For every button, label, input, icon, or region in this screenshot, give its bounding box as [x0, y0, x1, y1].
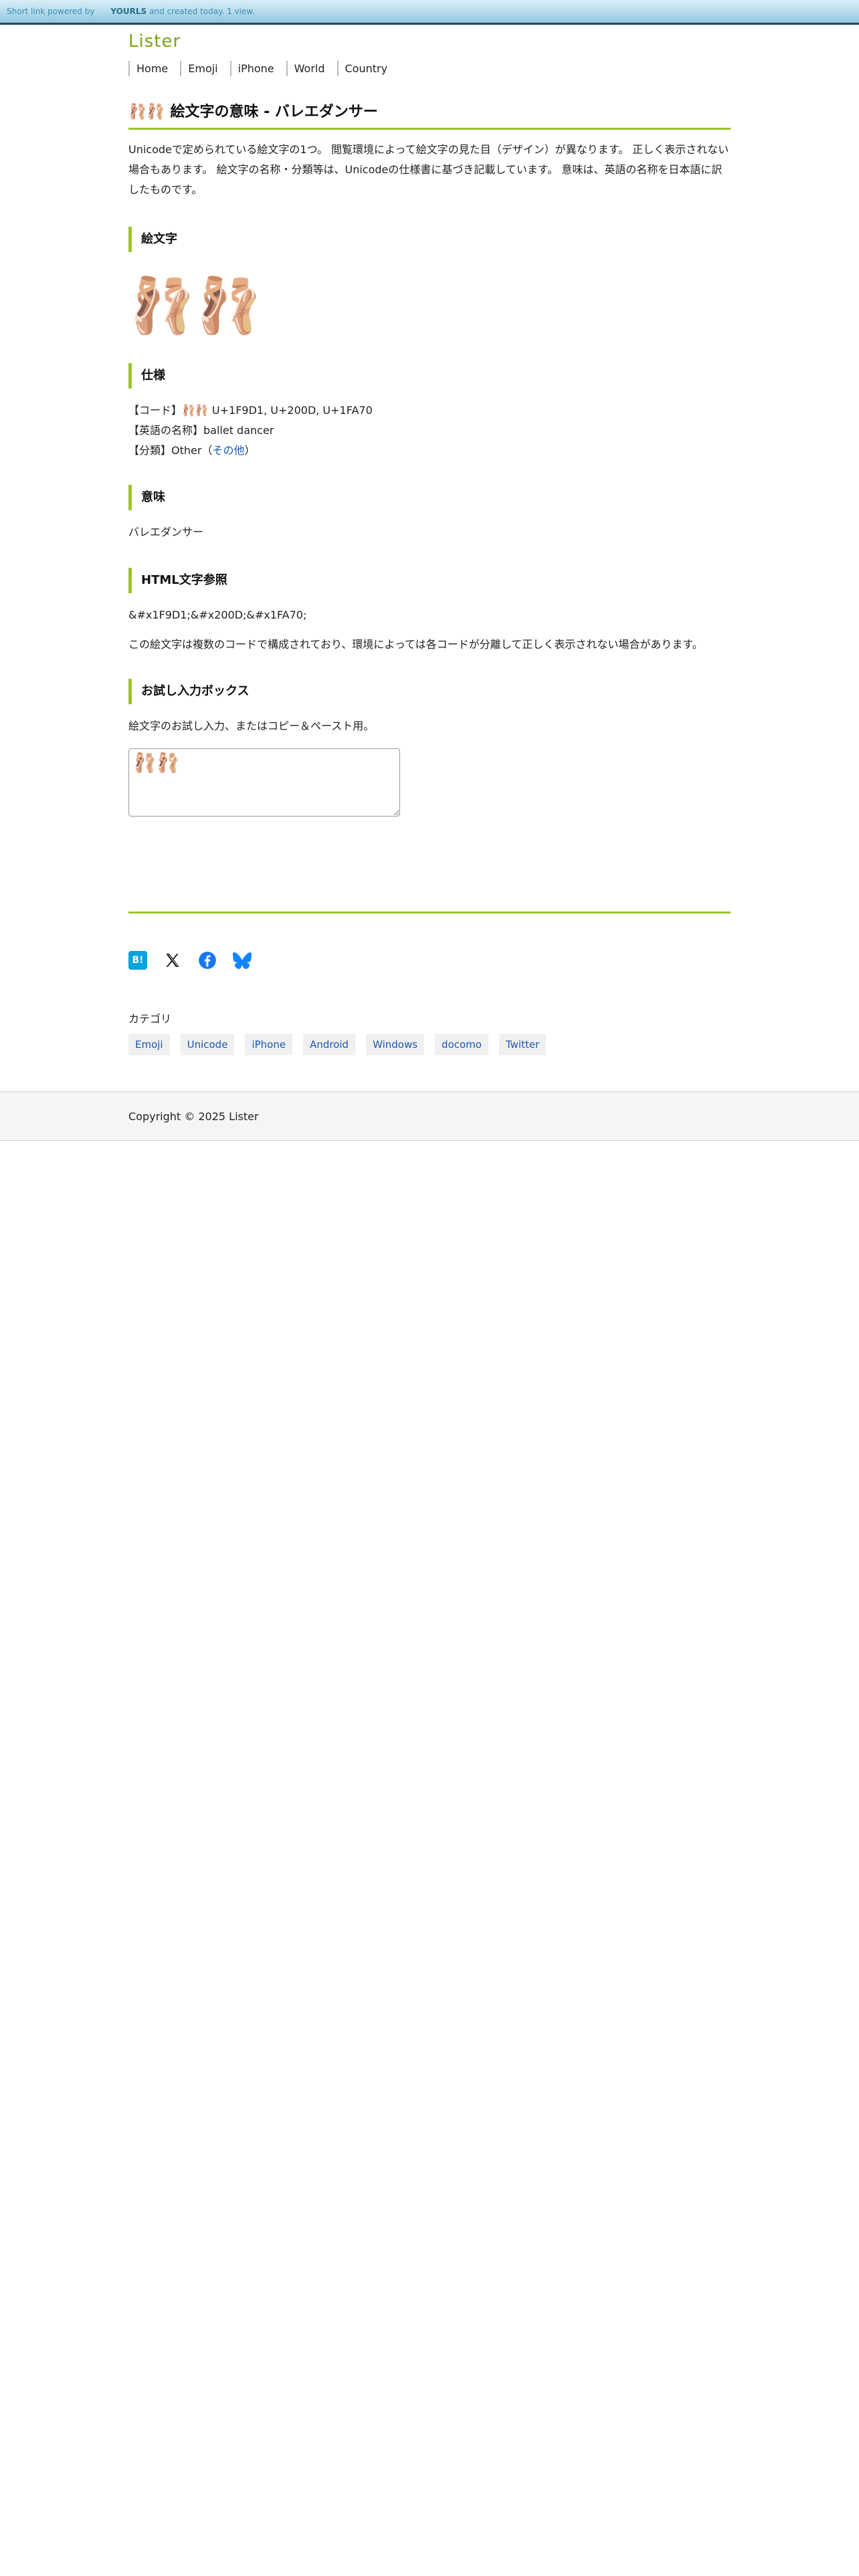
yourls-brand-link[interactable]: YOURLS [110, 7, 147, 16]
trybox-description: 絵文字のお試し入力、またはコピー＆ペースト用。 [128, 719, 375, 732]
yourls-prefix: Short link powered by [7, 7, 95, 16]
tag-iphone[interactable]: iPhone [245, 1033, 293, 1055]
nav-item-country[interactable]: Country [337, 60, 400, 76]
nav-item-home[interactable]: Home [128, 60, 180, 76]
tag-unicode[interactable]: Unicode [180, 1033, 235, 1055]
page-title: 🩰🩰 絵文字の意味 - バレエダンサー [128, 100, 731, 130]
section-heading-trybox: お試し入力ボックス [128, 678, 731, 704]
spec-category-suffix: ） [244, 443, 256, 457]
main-container: Lister Home Emoji iPhone World Country 🩰… [128, 31, 731, 1055]
nav-item-iphone[interactable]: iPhone [229, 60, 286, 76]
bluesky-share-button[interactable] [233, 951, 252, 970]
meaning-text: バレエダンサー [128, 525, 204, 538]
spec-code: 【コード】🩰🩰 U+1F9D1, U+200D, U+1FA70 [128, 403, 373, 417]
site-footer: Copyright © 2025 Lister [0, 1091, 859, 1141]
category-other-link[interactable]: その他 [212, 444, 244, 457]
yourls-suffix: and created today. 1 view. [149, 7, 255, 16]
tag-twitter[interactable]: Twitter [498, 1033, 547, 1055]
x-icon [166, 953, 179, 967]
bluesky-icon [233, 952, 252, 969]
content-divider [128, 911, 731, 914]
tag-windows[interactable]: Windows [366, 1033, 425, 1055]
nav-item-world[interactable]: World [286, 60, 337, 76]
emoji-glyph: 🩰🩰 [128, 274, 262, 336]
facebook-icon [199, 951, 216, 969]
footer-copyright: Copyright © 2025 Lister [128, 1109, 259, 1123]
category-label: カテゴリ [128, 1012, 172, 1025]
section-heading-spec: 仕様 [128, 362, 731, 389]
emoji-try-input[interactable] [128, 748, 400, 817]
facebook-share-button[interactable] [198, 951, 217, 970]
tag-android[interactable]: Android [303, 1033, 356, 1055]
spec-category: 【分類】Other（その他） [128, 441, 731, 461]
category-tags: Emoji Unicode iPhone Android Windows doc… [128, 1033, 731, 1055]
main-nav: Home Emoji iPhone World Country [128, 60, 731, 77]
hatena-bookmark-icon: B! [128, 950, 147, 970]
tag-docomo[interactable]: docomo [435, 1033, 488, 1055]
section-heading-emoji: 絵文字 [128, 226, 731, 252]
site-logo[interactable]: Lister [128, 31, 731, 51]
html-ref-code: &#x1F9D1;&#x200D;&#x1FA70; [128, 608, 307, 621]
x-share-button[interactable] [163, 951, 182, 970]
intro-text: Unicodeで定められている絵文字の1つ。 閲覧環境によって絵文字の見た目（デ… [128, 142, 729, 196]
spec-english-name: 【英語の名称】ballet dancer [128, 423, 274, 437]
nav-item-emoji[interactable]: Emoji [180, 60, 229, 76]
section-heading-meaning: 意味 [128, 484, 731, 510]
share-buttons: B! [128, 950, 731, 970]
section-heading-html-ref: HTML文字参照 [128, 567, 731, 593]
spec-block: 【コード】🩰🩰 U+1F9D1, U+200D, U+1FA70 【英語の名称】… [128, 401, 731, 461]
yourls-bar: Short link powered by YOURLS and created… [0, 0, 859, 25]
hatena-bookmark-button[interactable]: B! [128, 950, 147, 970]
spec-category-prefix: 【分類】Other（ [128, 443, 213, 457]
tag-emoji[interactable]: Emoji [128, 1033, 170, 1055]
html-ref-note: この絵文字は複数のコードで構成されており、環境によっては各コードが分離して正しく… [128, 637, 703, 651]
